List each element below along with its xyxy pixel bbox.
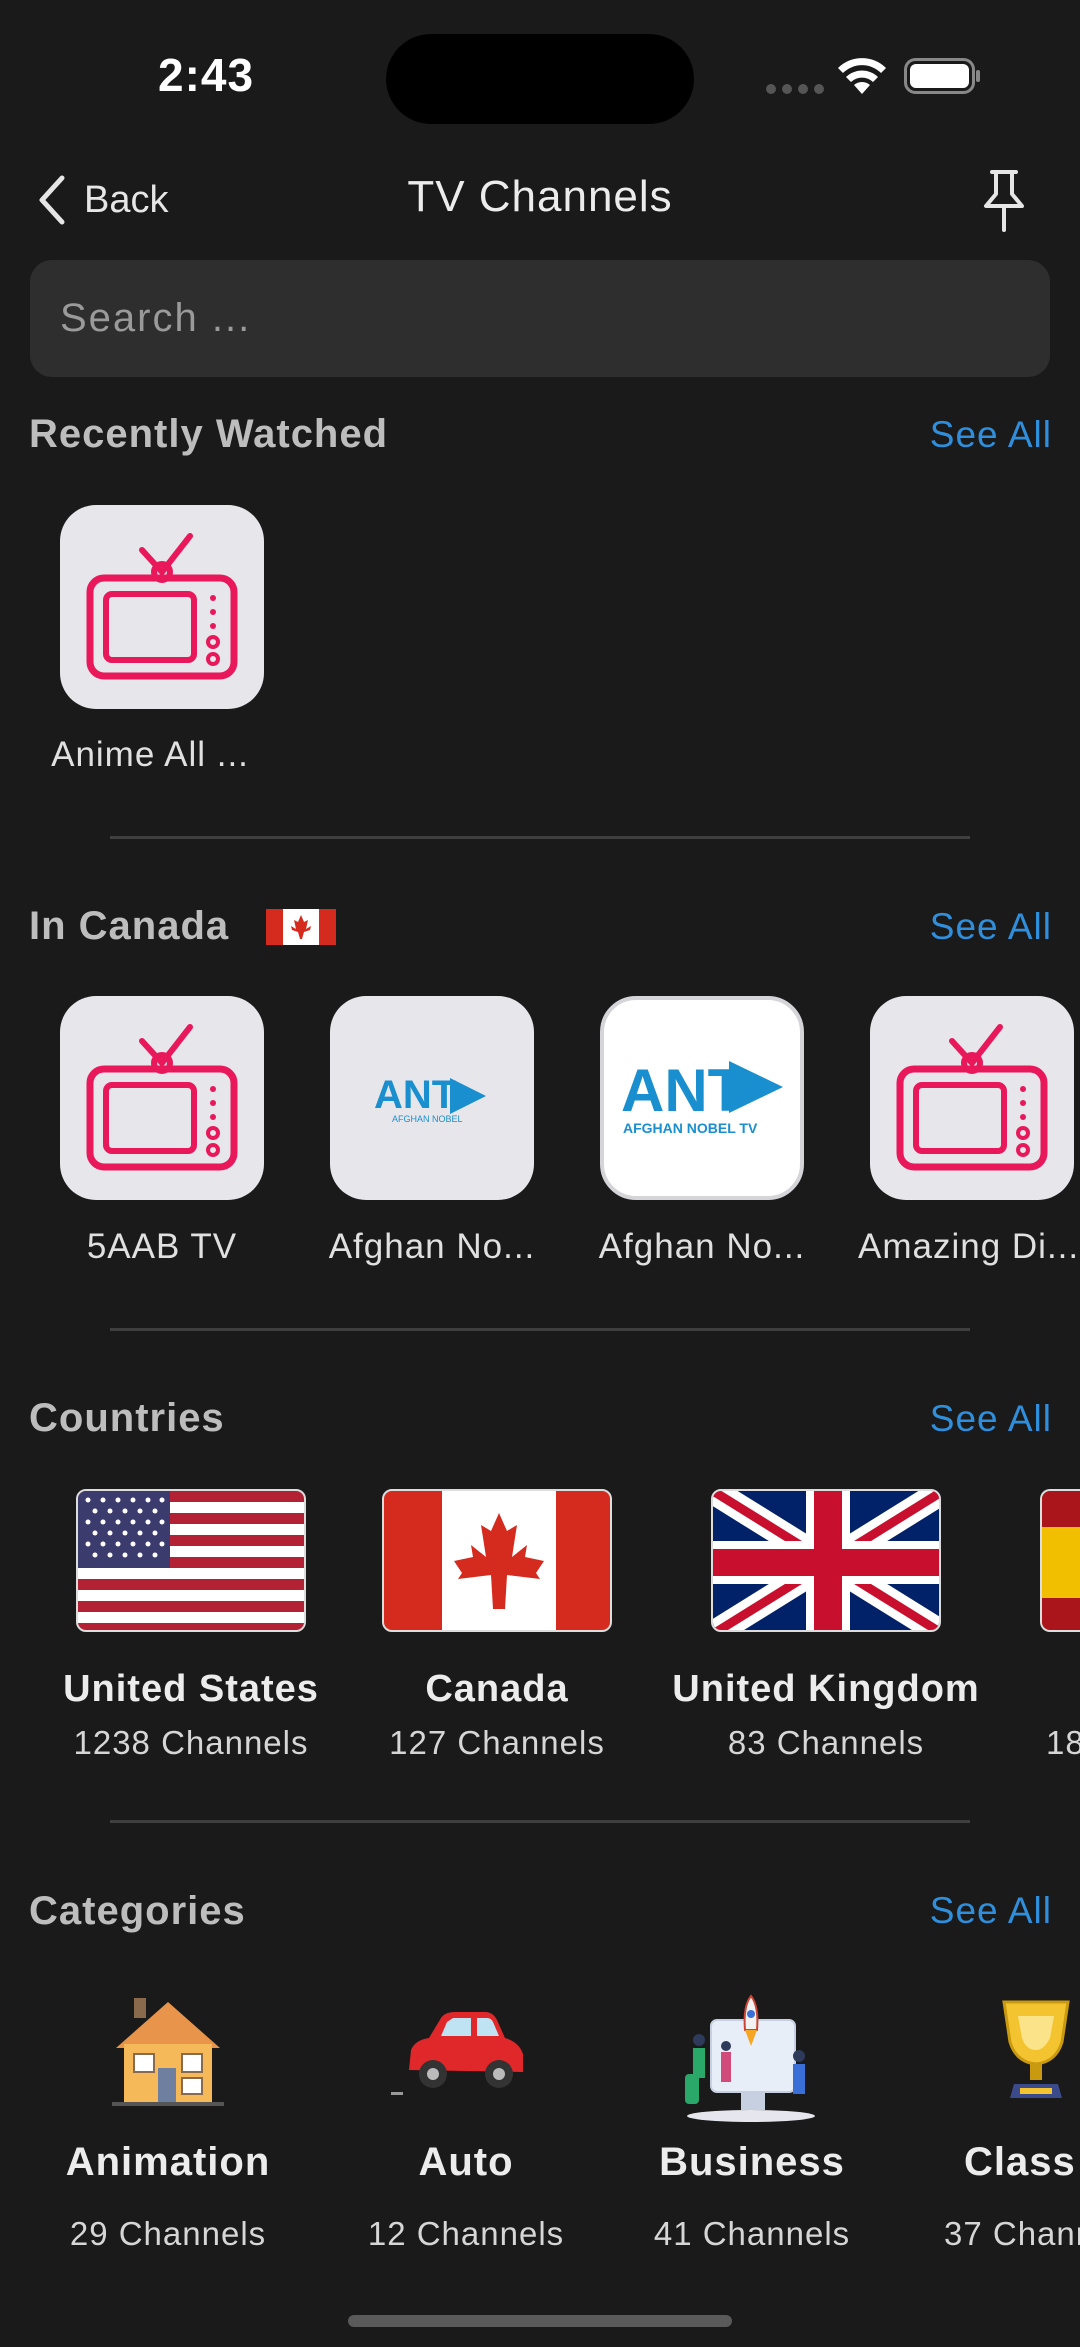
channel-tile[interactable] xyxy=(870,996,1074,1200)
channel-name: Amazing Di... xyxy=(858,1227,1080,1266)
country-channel-count: 1238 Channels xyxy=(73,1724,309,1761)
section-divider xyxy=(110,1820,970,1823)
dynamic-island xyxy=(386,34,694,124)
cellular-signal-icon xyxy=(766,84,824,94)
spain-flag-icon xyxy=(1042,1491,1080,1630)
house-icon[interactable] xyxy=(108,1992,228,2112)
category-channel-count: 41 Channels xyxy=(653,2215,851,2252)
channel-tile-recent[interactable] xyxy=(60,505,264,709)
section-title-countries: Countries xyxy=(29,1396,225,1440)
category-name: Class xyxy=(964,2140,1076,2184)
battery-icon xyxy=(904,58,980,94)
ant-logo-icon: ANT AFGHAN NOBEL TV xyxy=(621,1057,783,1136)
category-channel-count: 29 Channels xyxy=(69,2215,267,2252)
channel-name: Anime All ... xyxy=(51,735,249,774)
ant-logo-subtext: AFGHAN NOBEL TV xyxy=(623,1120,758,1136)
canada-flag-icon xyxy=(266,909,336,945)
section-title-in-canada: In Canada xyxy=(29,904,230,948)
tv-icon xyxy=(896,1024,1048,1171)
tv-icon xyxy=(86,533,238,680)
see-all-categories-button[interactable]: See All xyxy=(930,1890,1052,1932)
section-divider xyxy=(110,1328,970,1331)
channel-name: 5AAB TV xyxy=(86,1227,238,1266)
country-flag-canada[interactable] xyxy=(382,1489,612,1632)
tv-icon xyxy=(86,1024,238,1171)
wifi-icon xyxy=(838,58,886,94)
ant-logo-text: ANT xyxy=(374,1073,456,1117)
category-name: Animation xyxy=(65,2140,271,2184)
category-channel-count: 37 Chann xyxy=(944,2215,1080,2252)
country-name: United Kingdom xyxy=(672,1668,980,1710)
ant-logo-text: ANT xyxy=(621,1057,744,1124)
country-channel-count: 127 Channels xyxy=(389,1724,605,1761)
channel-tile[interactable]: ANT AFGHAN NOBEL xyxy=(330,996,534,1200)
section-title-categories: Categories xyxy=(29,1889,246,1933)
pin-icon[interactable] xyxy=(976,166,1032,234)
country-name: United States xyxy=(63,1668,319,1710)
car-icon[interactable] xyxy=(389,1992,529,2112)
country-flag-uk[interactable] xyxy=(711,1489,941,1632)
country-name: Canada xyxy=(425,1668,569,1710)
channel-tile[interactable] xyxy=(60,996,264,1200)
navigation-bar: Back TV Channels xyxy=(0,160,1080,240)
country-flag-us[interactable] xyxy=(76,1489,306,1632)
section-divider xyxy=(110,836,970,839)
canada-flag-icon xyxy=(384,1491,610,1630)
channel-tile[interactable]: ANT AFGHAN NOBEL TV xyxy=(600,996,804,1200)
see-all-countries-button[interactable]: See All xyxy=(930,1398,1052,1440)
uk-flag-icon xyxy=(713,1491,939,1630)
business-icon[interactable] xyxy=(681,1992,821,2124)
search-bar xyxy=(30,260,1050,377)
section-title-recently-watched: Recently Watched xyxy=(29,412,389,456)
status-time: 2:43 xyxy=(158,49,255,101)
category-name: Auto xyxy=(418,2140,514,2184)
see-all-recent-button[interactable]: See All xyxy=(930,414,1052,456)
ant-logo-subtext: AFGHAN NOBEL xyxy=(392,1114,463,1124)
page-title: TV Channels xyxy=(407,172,673,221)
country-channel-count: 18 xyxy=(1046,1724,1080,1761)
country-flag-spain[interactable] xyxy=(1040,1489,1080,1632)
home-indicator xyxy=(348,2315,732,2327)
status-bar: 2:43 xyxy=(0,0,1080,150)
country-channel-count: 83 Channels xyxy=(727,1724,925,1761)
category-name: Business xyxy=(659,2140,845,2184)
category-channel-count: 12 Channels xyxy=(367,2215,565,2252)
channel-name: Afghan No... xyxy=(328,1227,536,1266)
search-input[interactable] xyxy=(60,296,1050,341)
see-all-canada-button[interactable]: See All xyxy=(930,906,1052,948)
ant-logo-icon: ANT AFGHAN NOBEL xyxy=(374,1073,486,1124)
channel-name: Afghan No... xyxy=(598,1227,806,1266)
trophy-icon[interactable] xyxy=(998,1992,1080,2112)
us-flag-icon xyxy=(78,1491,304,1630)
